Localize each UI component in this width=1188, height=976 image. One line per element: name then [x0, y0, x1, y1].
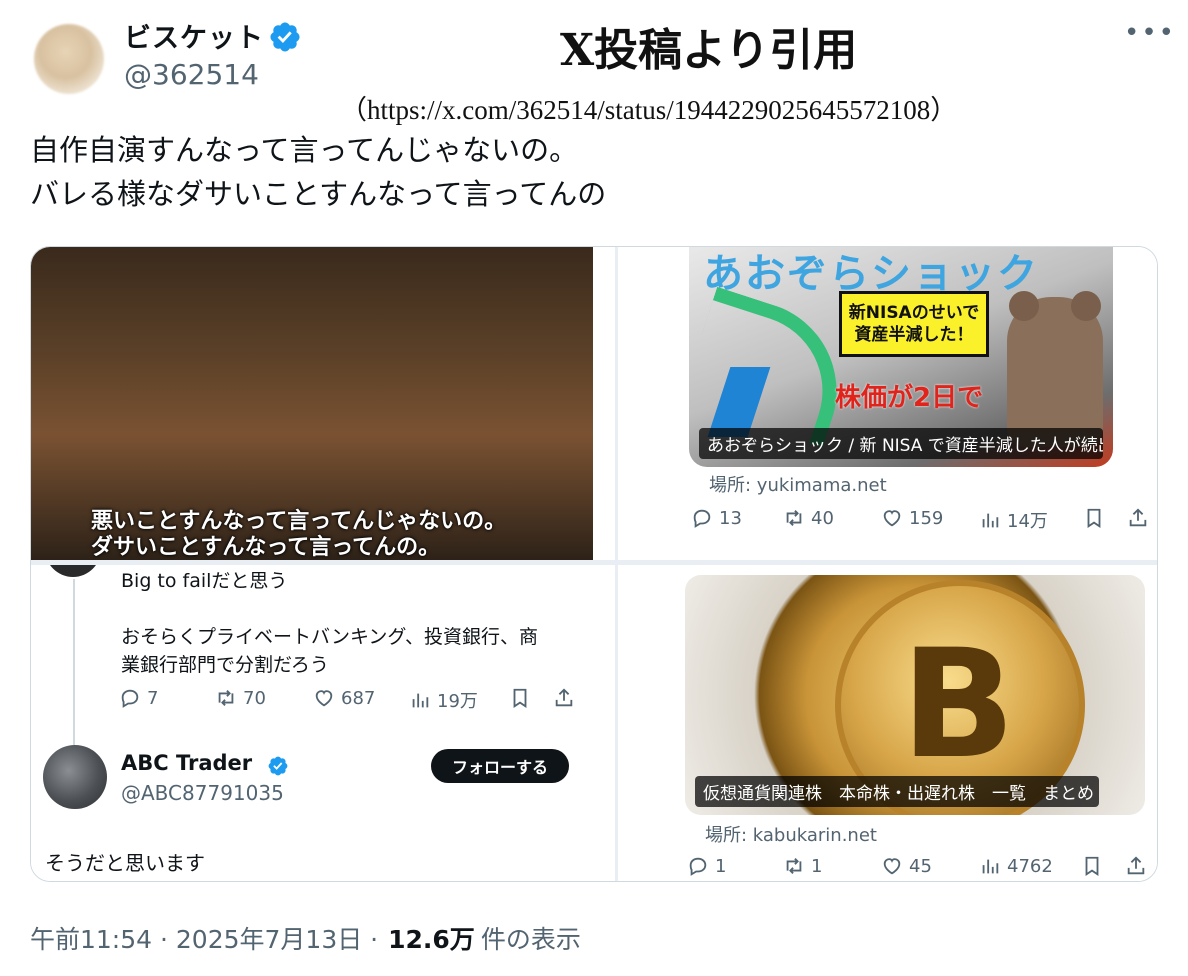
- bookmark-button[interactable]: [1081, 855, 1103, 877]
- meme-caption: 悪いことすんなって言ってんじゃないの。 ダサいことすんなって言ってんの。: [91, 509, 507, 560]
- avatar: [45, 565, 101, 577]
- share-button[interactable]: [1125, 855, 1147, 877]
- card-title-overlay: あおぞらショック / 新 NISA で資産半減した人が続出…: [699, 428, 1103, 459]
- reply-button[interactable]: 13: [691, 507, 742, 529]
- verified-badge-icon: [270, 22, 300, 52]
- verified-badge-icon: [268, 756, 288, 776]
- display-name[interactable]: ABC Trader: [121, 751, 252, 775]
- avatar[interactable]: [34, 24, 104, 94]
- link-card-kabukarin[interactable]: B 仮想通貨関連株 本命株・出遅れ株 一覧 まとめ 場所: kabukarin.…: [645, 565, 1157, 881]
- reply-text: そうだと思います: [45, 851, 205, 875]
- share-icon: [555, 688, 573, 707]
- card-image[interactable]: B 仮想通貨関連株 本命株・出遅れ株 一覧 まとめ: [685, 575, 1145, 815]
- display-name[interactable]: ビスケット: [124, 16, 264, 55]
- repost-button[interactable]: 1: [783, 855, 822, 877]
- thread-line: [73, 579, 75, 747]
- repost-icon: [786, 510, 802, 526]
- repost-button[interactable]: 40: [783, 507, 834, 529]
- share-icon: [1129, 508, 1147, 527]
- reply-icon: [693, 509, 711, 528]
- views-button[interactable]: 4762: [979, 855, 1053, 877]
- analytics-icon: [982, 513, 999, 528]
- bitcoin-symbol: B: [901, 618, 1016, 792]
- share-icon: [1127, 856, 1145, 875]
- views-count: 12.6万: [388, 925, 475, 954]
- views-button[interactable]: 14万: [979, 507, 1048, 533]
- tweet-text: 自作自演すんなって言ってんじゃないの。 バレる様なダサいことすんなって言ってんの: [30, 133, 607, 211]
- bookmark-button[interactable]: [509, 687, 531, 709]
- share-button[interactable]: [1127, 507, 1149, 529]
- reply-thread-screenshot[interactable]: Big to failだと思う おそらくプライベートバンキング、投資銀行、商 業…: [31, 565, 593, 881]
- analytics-icon: [982, 859, 999, 874]
- avatar[interactable]: [43, 745, 107, 809]
- reply-text: Big to failだと思う おそらくプライベートバンキング、投資銀行、商 業…: [121, 570, 539, 676]
- quote-source-url: （https://x.com/362514/status/19442290256…: [340, 95, 958, 125]
- card-red-text: 株価が2日で: [835, 383, 984, 413]
- repost-button[interactable]: 70: [215, 687, 266, 709]
- bookmark-button[interactable]: [1083, 507, 1105, 529]
- action-bar: 13 40 159 14万: [691, 507, 1151, 533]
- repost-icon: [218, 690, 234, 706]
- heart-icon: [315, 690, 333, 707]
- card-source[interactable]: 場所: kabukarin.net: [705, 821, 877, 847]
- timestamp-row: 午前11:54 · 2025年7月13日 · 12.6万 件の表示: [30, 920, 581, 956]
- link-card-aozora[interactable]: あおぞらショック 新NISAのせいで 資産半減した！ 株価が2日で あおぞらショ…: [645, 247, 1157, 560]
- views-label: 件の表示: [480, 925, 581, 954]
- heart-icon: [883, 858, 901, 875]
- post-timestamp[interactable]: 午前11:54 · 2025年7月13日 ·: [30, 920, 378, 956]
- more-horizontal-icon[interactable]: •••: [1124, 18, 1176, 48]
- share-button[interactable]: [553, 687, 575, 709]
- reply-button[interactable]: 1: [687, 855, 726, 877]
- like-button[interactable]: 687: [313, 687, 375, 709]
- card-title-overlay: 仮想通貨関連株 本命株・出遅れ株 一覧 まとめ: [695, 776, 1099, 807]
- card-speech-bubble: 新NISAのせいで 資産半減した！: [839, 291, 989, 357]
- like-button[interactable]: 159: [881, 507, 943, 529]
- reply-icon: [689, 857, 707, 876]
- follow-button[interactable]: フォローする: [431, 749, 569, 783]
- user-handle[interactable]: @362514: [124, 58, 259, 91]
- card-source[interactable]: 場所: yukimama.net: [709, 471, 887, 497]
- bear-illustration: [1007, 291, 1103, 447]
- action-bar: 7 70 687 19万: [119, 687, 579, 713]
- meme-image[interactable]: 悪いことすんなって言ってんじゃないの。 ダサいことすんなって言ってんの。: [31, 247, 593, 560]
- bookmark-icon: [1087, 508, 1101, 528]
- action-bar: 1 1 45 4762: [687, 855, 1151, 881]
- repost-icon: [786, 858, 802, 874]
- like-button[interactable]: 45: [881, 855, 932, 877]
- analytics-icon: [412, 693, 429, 708]
- heart-icon: [883, 510, 901, 527]
- bookmark-icon: [513, 688, 527, 708]
- bookmark-icon: [1085, 856, 1099, 876]
- quote-source-title: X投稿より引用: [560, 25, 858, 76]
- media-grid: 悪いことすんなって言ってんじゃないの。 ダサいことすんなって言ってんの。 あおぞ…: [30, 246, 1158, 882]
- views-button[interactable]: 19万: [409, 687, 478, 713]
- reply-button[interactable]: 7: [119, 687, 158, 709]
- user-handle[interactable]: @ABC87791035: [121, 781, 284, 805]
- reply-icon: [121, 689, 139, 708]
- card-image[interactable]: あおぞらショック 新NISAのせいで 資産半減した！ 株価が2日で あおぞらショ…: [689, 247, 1113, 467]
